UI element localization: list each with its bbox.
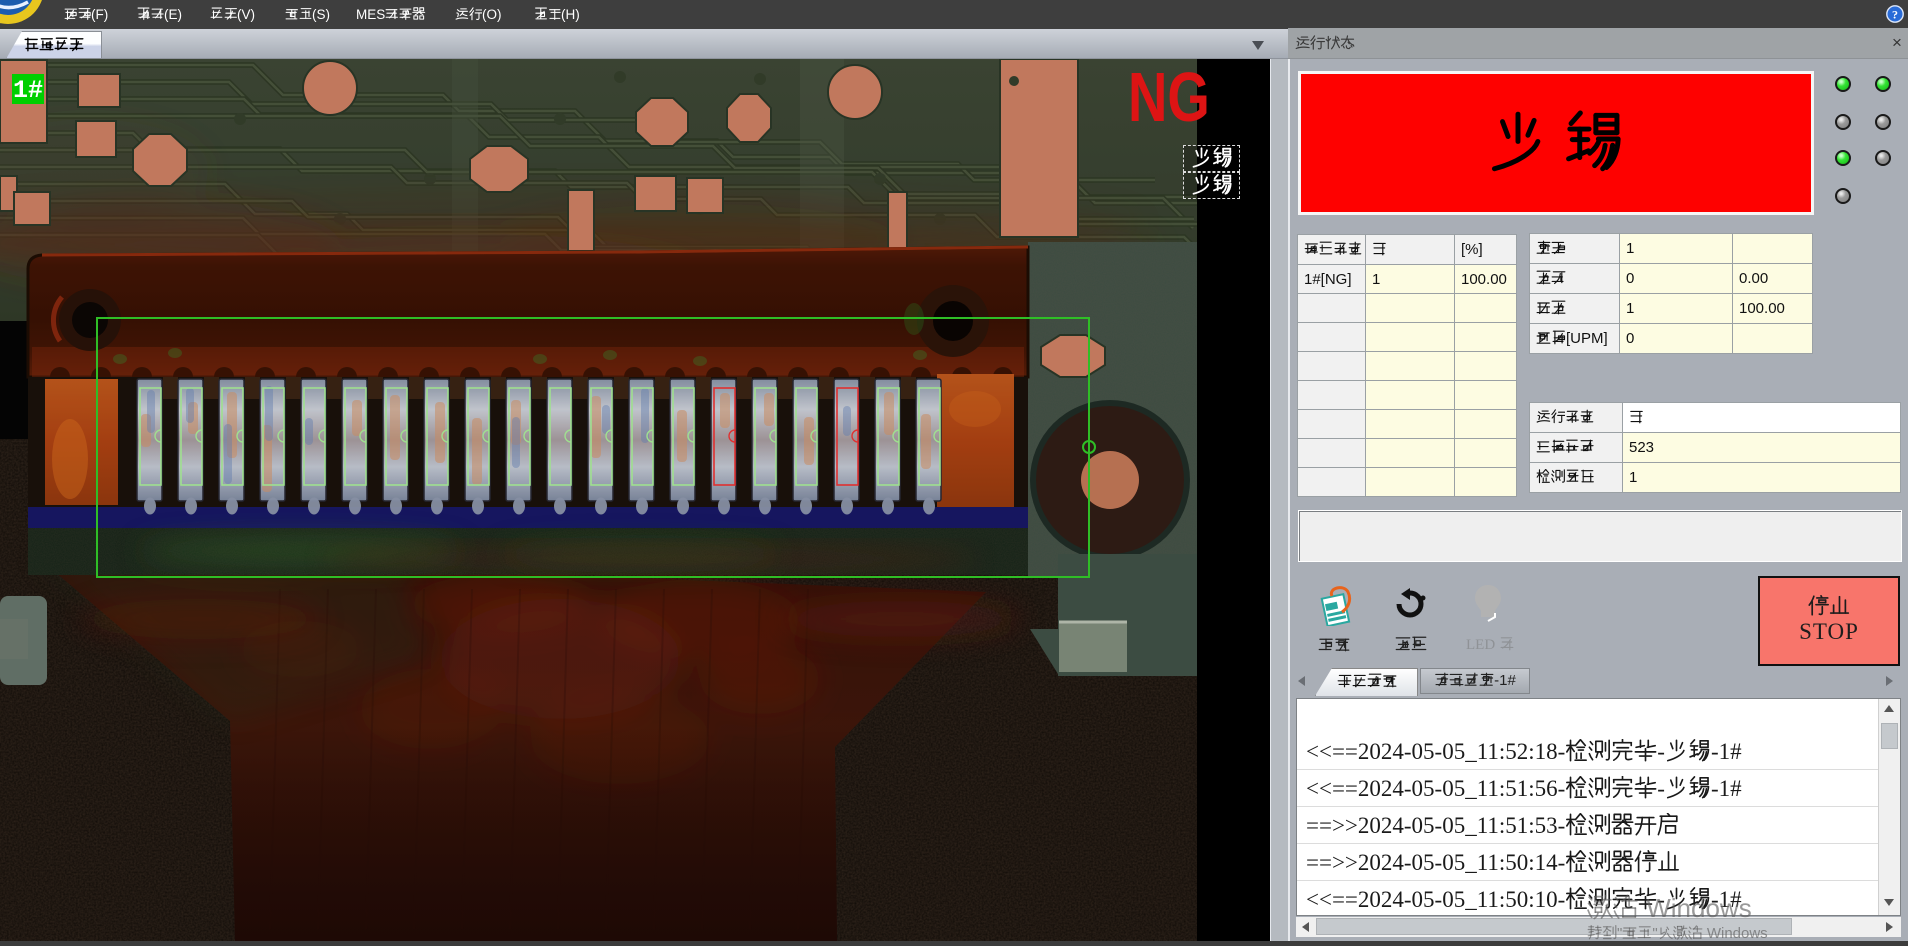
- svg-text:NG: NG: [1128, 59, 1210, 137]
- svg-text:?: ?: [1892, 8, 1898, 22]
- svg-text:1#: 1#: [13, 76, 43, 105]
